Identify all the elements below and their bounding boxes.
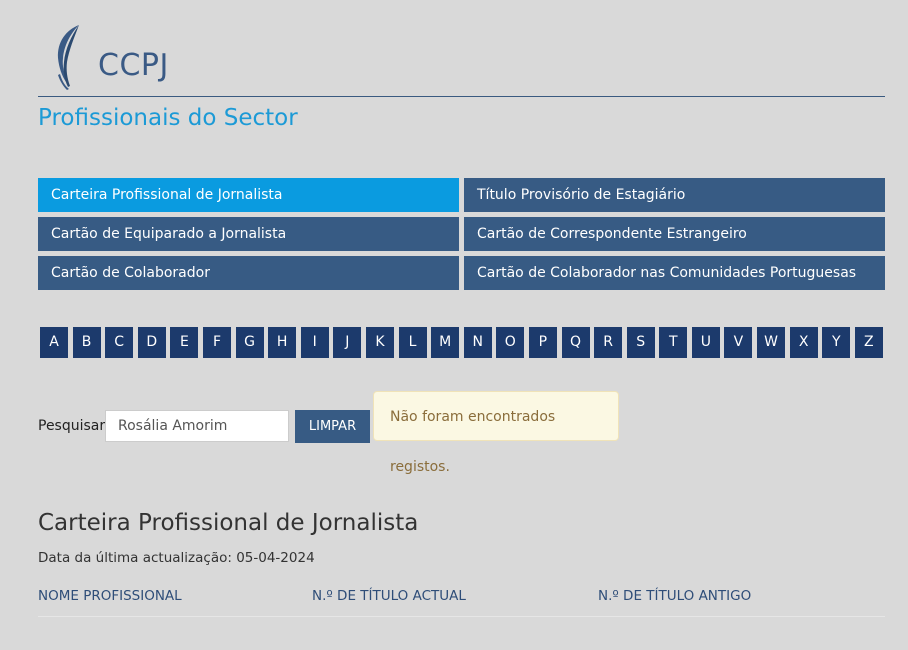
letter-button-a[interactable]: A bbox=[40, 327, 68, 358]
letter-button-j[interactable]: J bbox=[333, 327, 362, 358]
letter-button-k[interactable]: K bbox=[365, 327, 394, 358]
search-label: Pesquisar bbox=[38, 418, 106, 434]
alphabet-filter: ABCDEFGHIJKLMNOPQRSTUVWXYZ bbox=[40, 327, 883, 358]
last-update-date: 05-04-2024 bbox=[236, 550, 315, 566]
letter-button-q[interactable]: Q bbox=[561, 327, 590, 358]
tab-cartao-colaborador[interactable]: Cartão de Colaborador bbox=[38, 256, 459, 290]
letter-button-z[interactable]: Z bbox=[854, 327, 883, 358]
no-results-alert: Não foram encontrados registos. bbox=[373, 391, 619, 475]
letter-button-w[interactable]: W bbox=[757, 327, 786, 358]
search-input[interactable] bbox=[105, 410, 289, 442]
letter-button-p[interactable]: P bbox=[528, 327, 557, 358]
tab-cartao-colaborador-comunidades[interactable]: Cartão de Colaborador nas Comunidades Po… bbox=[464, 256, 885, 290]
letter-button-r[interactable]: R bbox=[594, 327, 623, 358]
letter-button-i[interactable]: I bbox=[300, 327, 329, 358]
tab-titulo-provisorio[interactable]: Título Provisório de Estagiário bbox=[464, 178, 885, 212]
column-header-nome[interactable]: NOME PROFISSIONAL bbox=[38, 588, 182, 604]
page-title: Profissionais do Sector bbox=[38, 105, 298, 131]
brand-name[interactable]: CCPJ bbox=[98, 48, 169, 83]
letter-button-d[interactable]: D bbox=[137, 327, 166, 358]
category-tabs: Carteira Profissional de Jornalista Títu… bbox=[38, 178, 885, 290]
letter-button-s[interactable]: S bbox=[626, 327, 655, 358]
tab-cartao-equiparado[interactable]: Cartão de Equiparado a Jornalista bbox=[38, 217, 459, 251]
letter-button-n[interactable]: N bbox=[463, 327, 492, 358]
letter-button-y[interactable]: Y bbox=[822, 327, 851, 358]
letter-button-l[interactable]: L bbox=[398, 327, 427, 358]
column-header-titulo-antigo[interactable]: N.º DE TÍTULO ANTIGO bbox=[598, 588, 751, 604]
table-header: NOME PROFISSIONAL N.º DE TÍTULO ACTUAL N… bbox=[38, 588, 885, 617]
letter-button-v[interactable]: V bbox=[724, 327, 753, 358]
letter-button-f[interactable]: F bbox=[202, 327, 231, 358]
tab-cartao-correspondente[interactable]: Cartão de Correspondente Estrangeiro bbox=[464, 217, 885, 251]
letter-button-b[interactable]: B bbox=[72, 327, 101, 358]
last-update-label: Data da última actualização: bbox=[38, 550, 232, 566]
last-update: Data da última actualização: 05-04-2024 bbox=[38, 550, 315, 566]
section-title: Carteira Profissional de Jornalista bbox=[38, 510, 419, 536]
column-header-titulo-actual[interactable]: N.º DE TÍTULO ACTUAL bbox=[312, 588, 466, 604]
letter-button-c[interactable]: C bbox=[105, 327, 134, 358]
letter-button-m[interactable]: M bbox=[431, 327, 460, 358]
letter-button-e[interactable]: E bbox=[170, 327, 199, 358]
feather-icon bbox=[57, 25, 79, 90]
letter-button-t[interactable]: T bbox=[659, 327, 688, 358]
letter-button-h[interactable]: H bbox=[268, 327, 297, 358]
clear-button[interactable]: LIMPAR bbox=[295, 410, 370, 443]
letter-button-x[interactable]: X bbox=[789, 327, 818, 358]
tab-carteira-profissional[interactable]: Carteira Profissional de Jornalista bbox=[38, 178, 459, 212]
site-header: CCPJ bbox=[38, 22, 885, 97]
letter-button-o[interactable]: O bbox=[496, 327, 525, 358]
letter-button-u[interactable]: U bbox=[691, 327, 720, 358]
letter-button-g[interactable]: G bbox=[235, 327, 264, 358]
